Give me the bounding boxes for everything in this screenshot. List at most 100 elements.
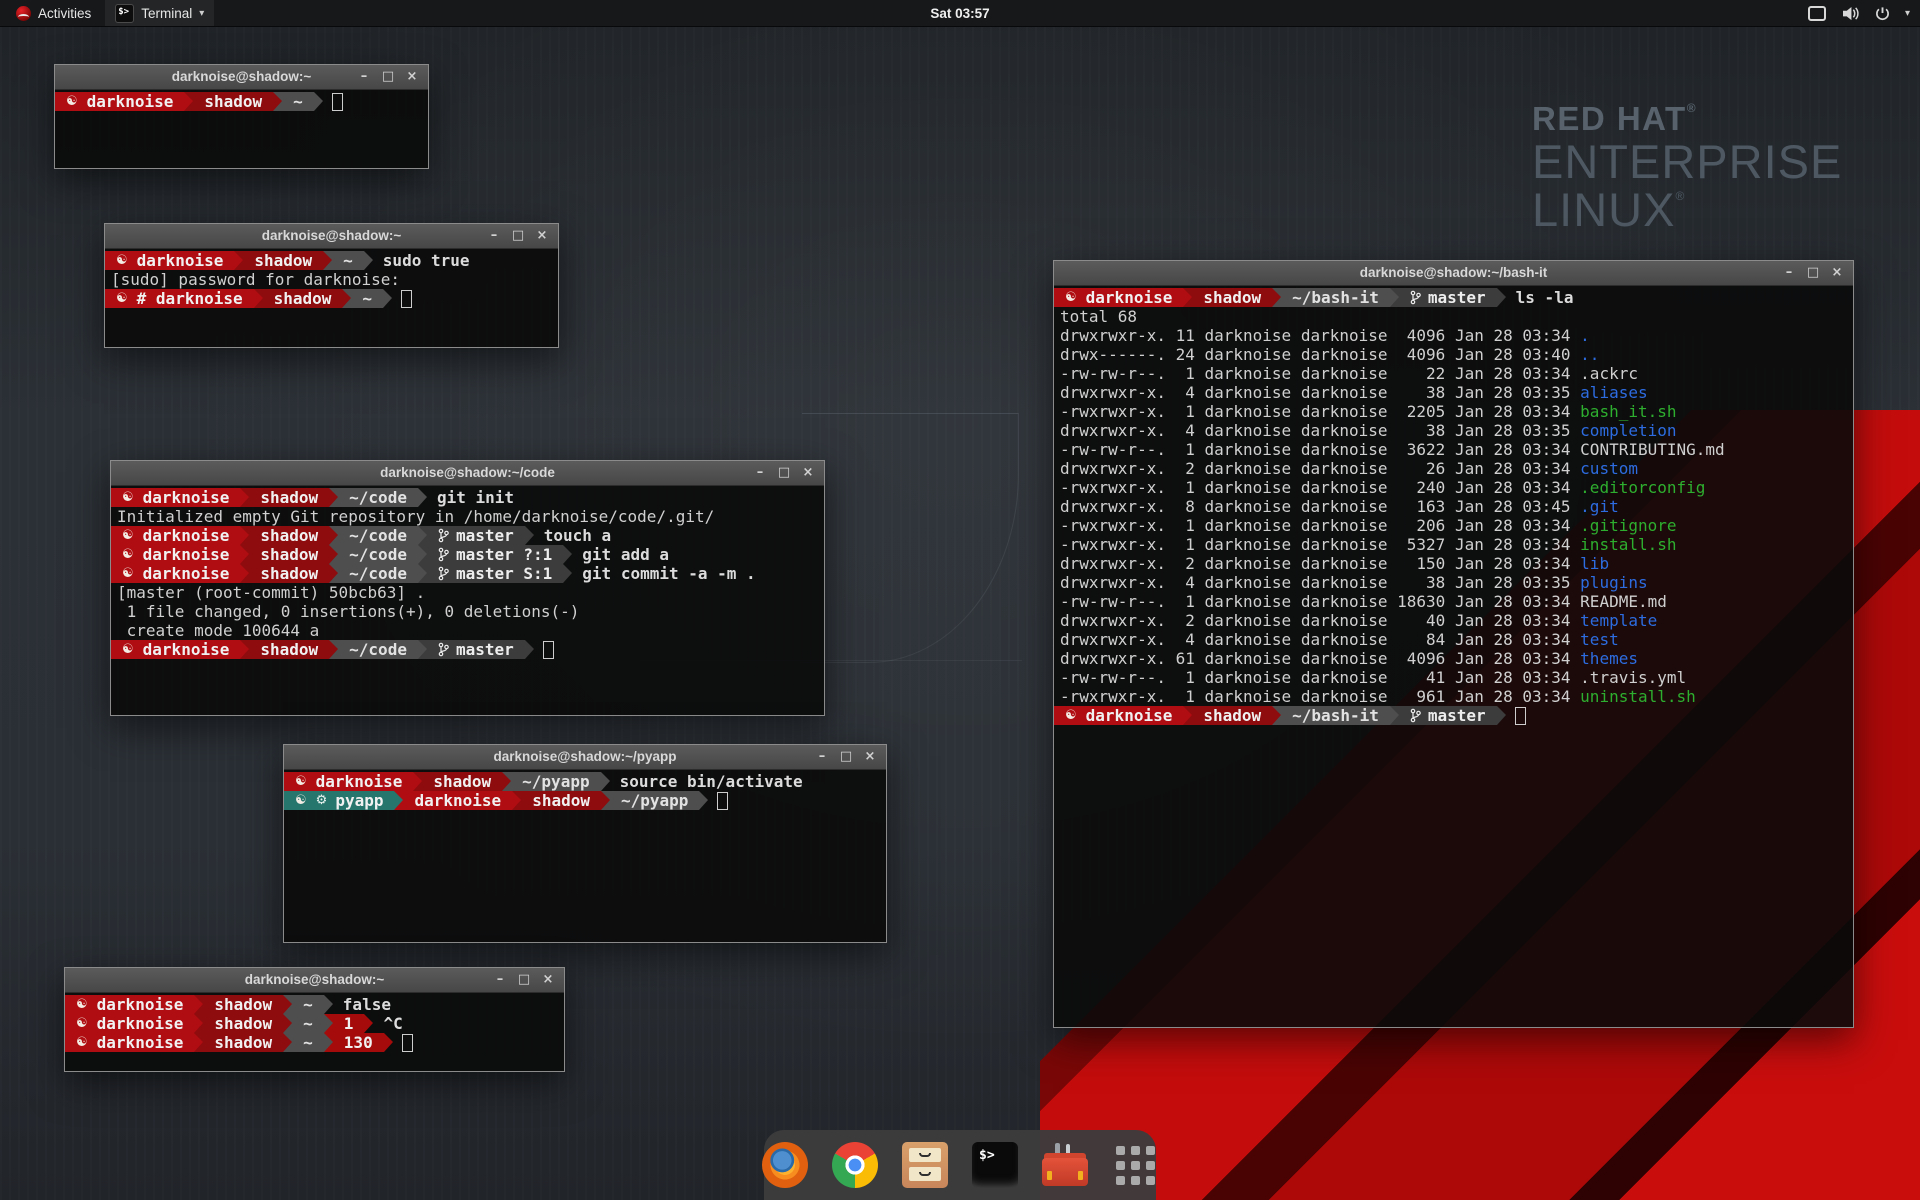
- file-manager-icon[interactable]: [902, 1142, 948, 1188]
- powerline-segment-user: ☯darknoise: [111, 488, 240, 507]
- maximize-button[interactable]: □: [508, 225, 528, 247]
- file-details: drwxrwxr-x. 4 darknoise darknoise 38 Jan…: [1060, 383, 1580, 402]
- window-titlebar[interactable]: darknoise@shadow:~ – □ ×: [105, 224, 558, 249]
- window-title: darknoise@shadow:~/bash-it: [1054, 261, 1853, 285]
- powerline-separator: [525, 640, 534, 659]
- app-menu-terminal[interactable]: $> Terminal ▾: [105, 0, 214, 26]
- segment-label: master ?:1: [456, 545, 552, 564]
- clock[interactable]: Sat 03:57: [930, 6, 989, 21]
- chrome-icon[interactable]: [832, 1142, 878, 1188]
- segment-label: darknoise: [143, 564, 230, 583]
- app-grid-icon[interactable]: [1112, 1142, 1158, 1188]
- display-icon[interactable]: [1808, 6, 1826, 21]
- power-icon[interactable]: [1875, 6, 1890, 21]
- powerline-segment-host: shadow: [263, 289, 343, 308]
- terminal-window-home-1[interactable]: darknoise@shadow:~ – □ × ☯darknoiseshado…: [54, 64, 429, 169]
- output-line: total 68: [1054, 307, 1853, 326]
- toolbox-clasp: [1078, 1171, 1083, 1180]
- window-titlebar[interactable]: darknoise@shadow:~/bash-it – □ ×: [1054, 261, 1853, 286]
- powerline-separator: [418, 545, 427, 564]
- segment-label: darknoise: [316, 772, 403, 791]
- powerline-segment-host: shadow: [249, 640, 329, 659]
- segment-label: ~: [293, 92, 303, 111]
- app-menu-label: Terminal: [141, 6, 192, 21]
- close-button[interactable]: ×: [1827, 262, 1847, 284]
- powerline-segment-path: ~: [332, 251, 364, 270]
- command-text: git commit -a -m .: [582, 564, 755, 583]
- terminal-content[interactable]: ☯darknoiseshadow~sudo true[sudo] passwor…: [105, 248, 558, 347]
- powerline-segment-host: shadow: [521, 791, 601, 810]
- powerline-separator: [1272, 288, 1281, 307]
- distro-badge-icon: ☯: [1065, 706, 1077, 725]
- file-name: README.md: [1580, 592, 1667, 611]
- activities-button[interactable]: Activities: [8, 0, 99, 26]
- window-title: darknoise@shadow:~/pyapp: [284, 745, 886, 769]
- terminal-content[interactable]: ☯darknoiseshadow~: [55, 89, 428, 168]
- minimize-button[interactable]: –: [354, 66, 374, 88]
- prompt-line: ☯darknoiseshadow~1^C: [65, 1014, 564, 1033]
- terminal-window-bash-it[interactable]: darknoise@shadow:~/bash-it – □ × ☯darkno…: [1053, 260, 1854, 1028]
- powerline-segment-user: ☯darknoise: [105, 251, 234, 270]
- file-name: themes: [1580, 649, 1638, 668]
- distro-badge-icon: ☯: [116, 251, 128, 270]
- powerline-separator: [601, 791, 610, 810]
- maximize-button[interactable]: □: [1803, 262, 1823, 284]
- close-button[interactable]: ×: [860, 746, 880, 768]
- terminal-glyph: $>: [979, 1148, 995, 1163]
- maximize-button[interactable]: □: [378, 66, 398, 88]
- terminal-window-pyapp[interactable]: darknoise@shadow:~/pyapp – □ × ☯darknois…: [283, 744, 887, 943]
- window-titlebar[interactable]: darknoise@shadow:~ – □ ×: [65, 968, 564, 993]
- toolbox-icon[interactable]: [1042, 1142, 1088, 1188]
- close-button[interactable]: ×: [402, 66, 422, 88]
- maximize-button[interactable]: □: [514, 969, 534, 991]
- terminal-content[interactable]: ☯darknoiseshadow~false☯darknoiseshadow~1…: [65, 992, 564, 1071]
- close-button[interactable]: ×: [532, 225, 552, 247]
- powerline-segment-host: shadow: [243, 251, 323, 270]
- powerline-segment-user: ☯darknoise: [55, 92, 184, 111]
- volume-icon[interactable]: [1841, 6, 1860, 21]
- window-titlebar[interactable]: darknoise@shadow:~/pyapp – □ ×: [284, 745, 886, 770]
- file-name: template: [1580, 611, 1657, 630]
- firefox-icon[interactable]: [762, 1142, 808, 1188]
- maximize-button[interactable]: □: [774, 462, 794, 484]
- powerline-separator: [1390, 288, 1399, 307]
- powerline-separator: [234, 251, 243, 270]
- distro-badge-icon: ☯: [1065, 288, 1077, 307]
- distro-badge-icon: ☯: [116, 289, 128, 308]
- powerline-separator: [512, 791, 521, 810]
- terminal-cursor: [543, 641, 554, 659]
- file-name: custom: [1580, 459, 1638, 478]
- window-titlebar[interactable]: darknoise@shadow:~/code – □ ×: [111, 461, 824, 486]
- file-row: -rwxrwxr-x. 1 darknoise darknoise 206 Ja…: [1054, 516, 1853, 535]
- terminal-content[interactable]: ☯darknoiseshadow~/codegit initInitialize…: [111, 485, 824, 715]
- minimize-button[interactable]: –: [1779, 262, 1799, 284]
- minimize-button[interactable]: –: [490, 969, 510, 991]
- system-status-area[interactable]: ▾: [1808, 0, 1910, 26]
- minimize-button[interactable]: –: [812, 746, 832, 768]
- registered-mark: ®: [1675, 189, 1685, 203]
- close-button[interactable]: ×: [538, 969, 558, 991]
- powerline-segment-user: darknoise: [403, 791, 512, 810]
- terminal-window-home-2[interactable]: darknoise@shadow:~ – □ × ☯darknoiseshado…: [64, 967, 565, 1072]
- powerline-segment-user: ☯darknoise: [111, 545, 240, 564]
- terminal-window-sudo[interactable]: darknoise@shadow:~ – □ × ☯darknoise shado…: [104, 223, 559, 348]
- terminal-window-code[interactable]: darknoise@shadow:~/code – □ × ☯darknoise…: [110, 460, 825, 716]
- maximize-button[interactable]: □: [836, 746, 856, 768]
- terminal-dock-icon[interactable]: $>: [972, 1142, 1018, 1188]
- segment-label: ~: [303, 995, 313, 1014]
- powerline-segment-path: ~: [292, 1014, 324, 1033]
- close-button[interactable]: ×: [798, 462, 818, 484]
- segment-label: darknoise: [97, 995, 184, 1014]
- window-titlebar[interactable]: darknoise@shadow:~ – □ ×: [55, 65, 428, 90]
- powerline-segment-user: ☯darknoise: [111, 640, 240, 659]
- prompt-line: ☯darknoiseshadow~/codemastertouch a: [111, 526, 824, 545]
- terminal-content[interactable]: ☯darknoiseshadow~/pyappsource bin/activa…: [284, 769, 886, 942]
- file-row: drwxrwxr-x. 4 darknoise darknoise 38 Jan…: [1054, 383, 1853, 402]
- minimize-button[interactable]: –: [750, 462, 770, 484]
- file-row: -rw-rw-r--. 1 darknoise darknoise 41 Jan…: [1054, 668, 1853, 687]
- minimize-button[interactable]: –: [484, 225, 504, 247]
- segment-label: darknoise: [143, 526, 230, 545]
- rhel-logo: RED HAT® ENTERPRISE LINUX®: [1532, 100, 1842, 234]
- powerline-separator: [240, 640, 249, 659]
- terminal-content[interactable]: ☯darknoiseshadow~/bash-itmasterls -latot…: [1054, 285, 1853, 1027]
